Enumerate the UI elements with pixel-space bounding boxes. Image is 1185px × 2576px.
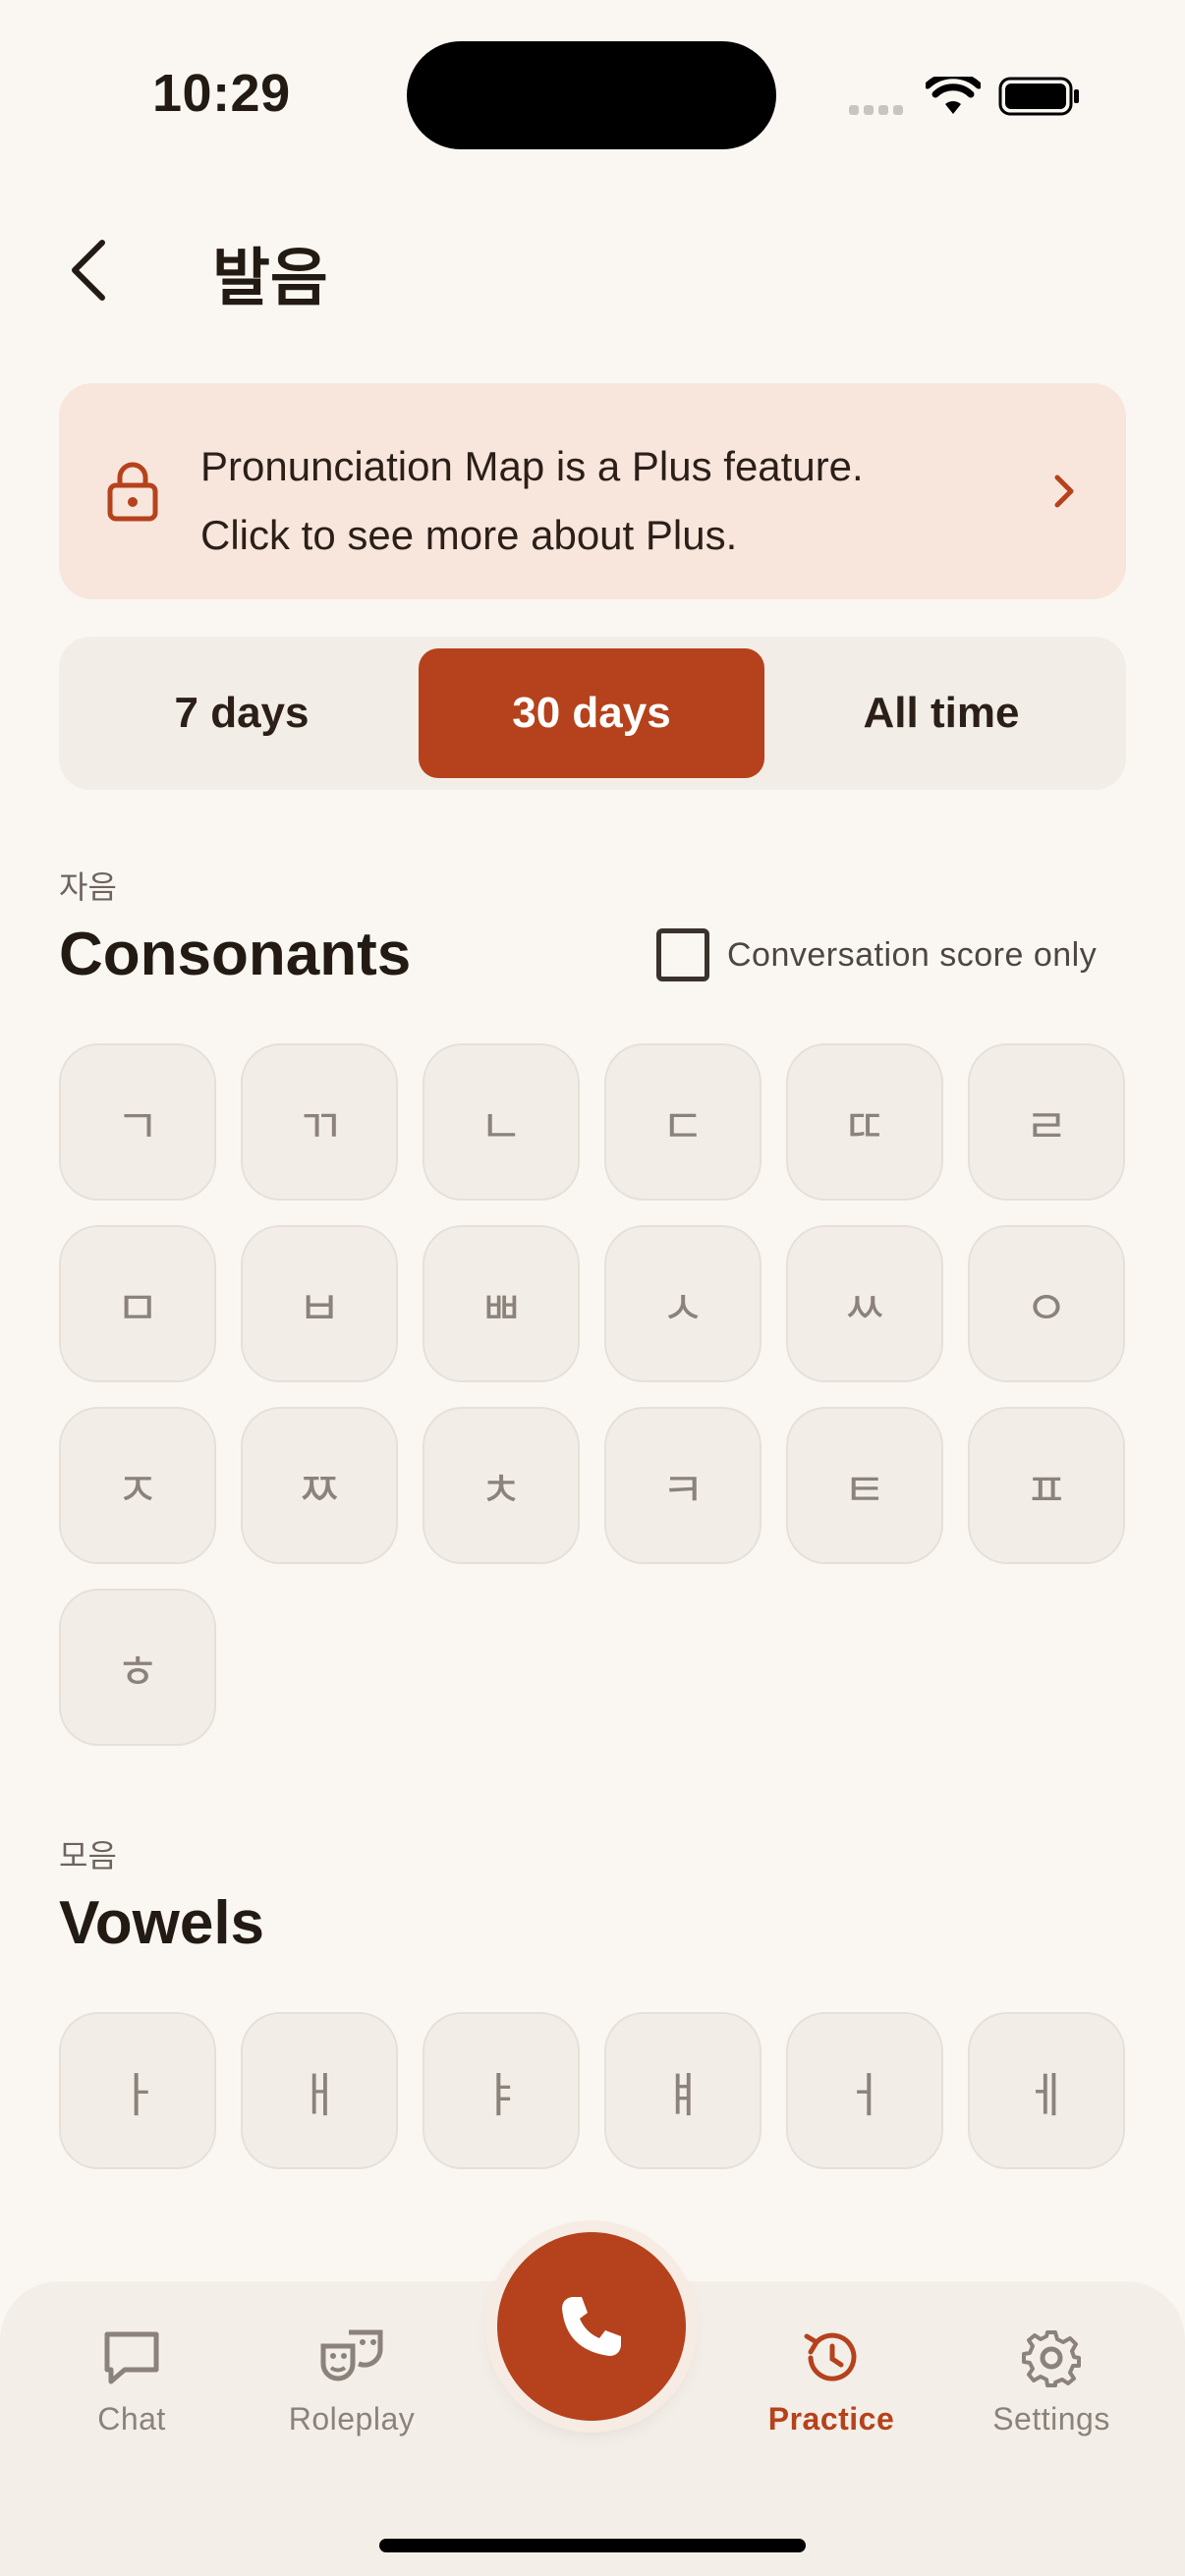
consonant-tile[interactable]: ㄹ [968, 1043, 1125, 1201]
battery-icon [998, 77, 1081, 121]
consonant-tile[interactable]: ㅆ [786, 1225, 943, 1382]
chat-bubble-icon [104, 2331, 159, 2384]
chevron-right-icon [1053, 474, 1075, 514]
segment-all-time[interactable]: All time [768, 648, 1114, 778]
consonant-tile[interactable]: ㅎ [59, 1589, 216, 1746]
consonant-tile[interactable]: ㅊ [423, 1407, 580, 1564]
segment-7-days[interactable]: 7 days [69, 648, 415, 778]
consonant-tile[interactable]: ㅂ [241, 1225, 398, 1382]
page-header: 발음 [0, 216, 1185, 314]
tab-practice-label: Practice [767, 2401, 895, 2436]
vowel-tile[interactable]: ㅒ [604, 2012, 762, 2169]
plus-feature-banner[interactable]: Pronunciation Map is a Plus feature. Cli… [59, 383, 1126, 599]
consonant-tile[interactable]: ㅍ [968, 1407, 1125, 1564]
consonant-tile[interactable]: ㅉ [241, 1407, 398, 1564]
wifi-icon [924, 72, 983, 121]
consonant-tile[interactable]: ㅌ [786, 1407, 943, 1564]
conversation-score-toggle[interactable]: Conversation score only [656, 927, 1097, 982]
banner-line-2: Click to see more about Plus. [200, 512, 738, 558]
history-clock-icon [804, 2332, 857, 2381]
consonant-tile[interactable]: ㄱ [59, 1043, 216, 1201]
chevron-left-icon [72, 240, 105, 301]
tab-practice[interactable]: Practice [733, 2328, 930, 2437]
consonant-tile[interactable]: ㄸ [786, 1043, 943, 1201]
consonants-kicker: 자음 [59, 869, 117, 905]
lock-icon [106, 460, 159, 528]
consonant-tile[interactable]: ㅈ [59, 1407, 216, 1564]
vowel-tile[interactable]: ㅑ [423, 2012, 580, 2169]
tab-chat[interactable]: Chat [33, 2328, 230, 2437]
cellular-signal-icon [849, 102, 908, 120]
tab-roleplay[interactable]: Roleplay [254, 2328, 450, 2437]
tab-roleplay-label: Roleplay [288, 2401, 416, 2436]
banner-line-1: Pronunciation Map is a Plus feature. [200, 443, 864, 489]
consonant-tile[interactable]: ㄴ [423, 1043, 580, 1201]
consonant-tile[interactable]: ㅅ [604, 1225, 762, 1382]
vowels-title: Vowels [59, 1889, 265, 1957]
conversation-score-label: Conversation score only [727, 935, 1098, 974]
segment-30-days[interactable]: 30 days [419, 648, 764, 778]
vowels-kicker: 모음 [59, 1838, 117, 1874]
time-range-selector: 7 days 30 days All time [59, 637, 1126, 790]
dynamic-island [407, 41, 776, 149]
consonant-tile[interactable]: ㅃ [423, 1225, 580, 1382]
consonant-tile[interactable]: ㅋ [604, 1407, 762, 1564]
theater-masks-icon [320, 2329, 383, 2381]
tab-settings-label: Settings [992, 2401, 1110, 2436]
page-title: 발음 [212, 243, 328, 313]
consonants-title: Consonants [59, 921, 412, 988]
phone-icon [562, 2297, 621, 2356]
status-time: 10:29 [152, 64, 291, 123]
vowel-tile[interactable]: ㅐ [241, 2012, 398, 2169]
consonant-tile[interactable]: ㅇ [968, 1225, 1125, 1382]
tab-chat-label: Chat [97, 2401, 166, 2436]
home-indicator [379, 2539, 806, 2552]
vowel-tile[interactable]: ㅔ [968, 2012, 1125, 2169]
back-button[interactable] [59, 236, 118, 305]
consonant-tile[interactable]: ㅁ [59, 1225, 216, 1382]
conversation-score-checkbox[interactable] [656, 928, 709, 981]
consonant-tile[interactable]: ㄲ [241, 1043, 398, 1201]
gear-icon [1022, 2330, 1081, 2387]
consonant-tile[interactable]: ㄷ [604, 1043, 762, 1201]
status-bar: 10:29 [0, 0, 1185, 187]
vowel-tile[interactable]: ㅓ [786, 2012, 943, 2169]
vowel-tile[interactable]: ㅏ [59, 2012, 216, 2169]
tab-settings[interactable]: Settings [953, 2328, 1150, 2437]
call-button[interactable] [497, 2232, 686, 2421]
